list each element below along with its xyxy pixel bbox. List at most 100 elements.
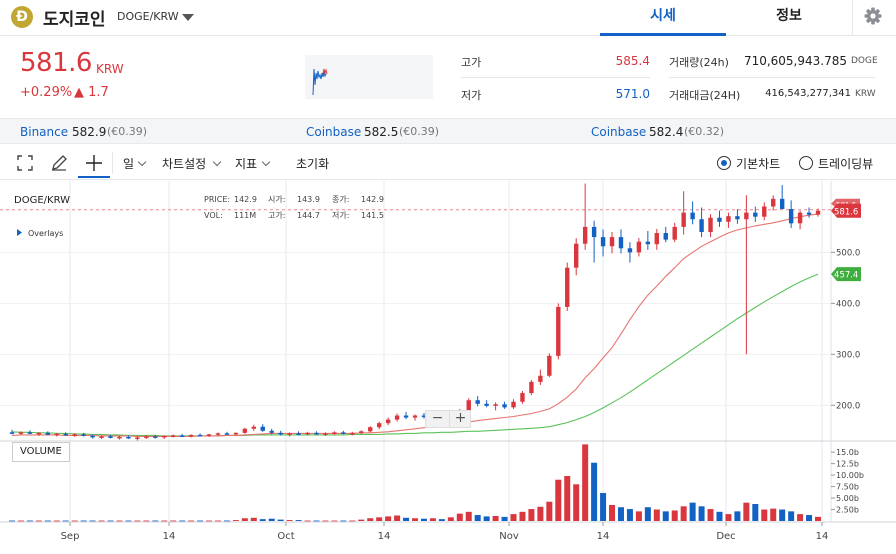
candle-body[interactable] xyxy=(54,433,59,436)
candle-body[interactable] xyxy=(815,210,821,215)
price-chart-area[interactable]: 200.0 300.0 400.0 500.0 2.50b 5.00b 7.50b 10.00… xyxy=(0,181,896,554)
candle-body[interactable] xyxy=(520,393,525,402)
candle-body[interactable] xyxy=(493,404,498,406)
candle-body[interactable] xyxy=(45,432,51,435)
reset-button[interactable]: 초기화 xyxy=(296,155,329,172)
candle-body[interactable] xyxy=(242,428,248,433)
candle-body[interactable] xyxy=(278,432,283,435)
zoom-in-button[interactable]: + xyxy=(449,411,471,427)
candle-body[interactable] xyxy=(403,415,409,418)
candle-body[interactable] xyxy=(36,432,42,435)
candle-body[interactable] xyxy=(412,415,418,418)
candle-body[interactable] xyxy=(600,237,606,247)
chart-settings-dropdown[interactable]: 차트설정 xyxy=(162,155,206,172)
candle-body[interactable] xyxy=(484,403,489,406)
candle-body[interactable] xyxy=(618,237,624,249)
candle-body[interactable] xyxy=(681,212,686,227)
candle-body[interactable] xyxy=(224,433,230,435)
exchange-name-coinbase[interactable]: Coinbase xyxy=(306,125,361,139)
candle-body[interactable] xyxy=(744,212,749,220)
candle-body[interactable] xyxy=(511,401,516,408)
candle-body[interactable] xyxy=(788,209,794,224)
interval-dropdown[interactable]: 일 xyxy=(123,155,134,172)
candle-body[interactable] xyxy=(269,430,274,433)
crosshair-icon[interactable] xyxy=(85,154,103,172)
candle-body[interactable] xyxy=(90,435,95,438)
basic-chart-label[interactable]: 기본차트 xyxy=(736,155,780,172)
candle-body[interactable] xyxy=(636,241,642,253)
candle-body[interactable] xyxy=(708,217,713,232)
overlays-label[interactable]: Overlays xyxy=(28,229,63,238)
caret-down-icon[interactable] xyxy=(182,14,194,21)
radio-basic-chart[interactable] xyxy=(717,156,731,170)
candle-body[interactable] xyxy=(197,434,203,437)
candle-body[interactable] xyxy=(18,432,24,434)
pencil-icon[interactable] xyxy=(50,154,68,172)
candle-body[interactable] xyxy=(663,233,668,240)
candle-body[interactable] xyxy=(323,433,328,435)
candle-body[interactable] xyxy=(117,436,122,439)
candle-body[interactable] xyxy=(699,219,704,232)
candle-body[interactable] xyxy=(108,436,113,438)
candle-body[interactable] xyxy=(806,212,812,215)
candle-body[interactable] xyxy=(305,432,310,435)
candle-body[interactable] xyxy=(771,198,776,207)
candle-body[interactable] xyxy=(215,433,221,435)
candle-body[interactable] xyxy=(627,248,633,253)
candle-body[interactable] xyxy=(359,431,364,433)
candle-body[interactable] xyxy=(233,432,239,435)
candle-body[interactable] xyxy=(645,241,651,245)
candle-body[interactable] xyxy=(81,434,86,436)
candle-body[interactable] xyxy=(672,226,677,240)
fullscreen-icon[interactable] xyxy=(17,155,33,171)
candle-body[interactable] xyxy=(99,436,104,438)
candle-body[interactable] xyxy=(574,243,579,268)
candle-body[interactable] xyxy=(72,434,77,436)
candle-body[interactable] xyxy=(135,437,140,439)
candle-body[interactable] xyxy=(9,432,15,434)
candle-body[interactable] xyxy=(753,212,758,217)
candle-body[interactable] xyxy=(296,433,301,435)
candle-body[interactable] xyxy=(529,381,534,394)
candle-body[interactable] xyxy=(779,198,785,210)
candle-body[interactable] xyxy=(153,436,158,438)
candle-body[interactable] xyxy=(582,226,588,244)
candle-body[interactable] xyxy=(609,237,615,247)
candle-body[interactable] xyxy=(797,212,803,224)
tab-info[interactable]: 정보 xyxy=(726,0,852,36)
candle-body[interactable] xyxy=(726,216,731,222)
candle-body[interactable] xyxy=(385,419,391,424)
candle-body[interactable] xyxy=(502,404,507,408)
candle-body[interactable] xyxy=(376,423,382,428)
candle-body[interactable] xyxy=(188,434,194,437)
candle-body[interactable] xyxy=(762,206,767,217)
candle-body[interactable] xyxy=(556,306,561,356)
candle-body[interactable] xyxy=(690,212,695,220)
candle-body[interactable] xyxy=(63,433,68,436)
candle-body[interactable] xyxy=(162,435,167,438)
candle-body[interactable] xyxy=(144,436,149,438)
candle-body[interactable] xyxy=(466,400,471,411)
candlestick-chart[interactable]: 200.0 300.0 400.0 500.0 2.50b 5.00b 7.50b 10.00… xyxy=(0,181,896,554)
exchange-name-binance[interactable]: Binance xyxy=(20,125,68,139)
candle-body[interactable] xyxy=(538,375,543,382)
settings-button[interactable] xyxy=(852,0,896,36)
candle-body[interactable] xyxy=(717,217,722,222)
candle-body[interactable] xyxy=(591,226,597,238)
candle-body[interactable] xyxy=(332,432,337,434)
exchange-name-coinbase-2[interactable]: Coinbase xyxy=(591,125,646,139)
radio-trading-view[interactable] xyxy=(799,156,813,170)
candle-body[interactable] xyxy=(314,432,319,435)
candle-body[interactable] xyxy=(171,435,176,437)
candle-body[interactable] xyxy=(341,432,346,434)
tab-market[interactable]: 시세 xyxy=(600,0,726,36)
candle-body[interactable] xyxy=(350,432,355,435)
candle-body[interactable] xyxy=(126,436,131,439)
candle-body[interactable] xyxy=(179,435,185,437)
candle-body[interactable] xyxy=(206,434,212,436)
zoom-out-button[interactable]: − xyxy=(426,411,449,427)
candle-body[interactable] xyxy=(547,355,552,376)
indicators-dropdown[interactable]: 지표 xyxy=(235,155,257,172)
candle-body[interactable] xyxy=(475,400,480,404)
candle-body[interactable] xyxy=(394,415,400,420)
